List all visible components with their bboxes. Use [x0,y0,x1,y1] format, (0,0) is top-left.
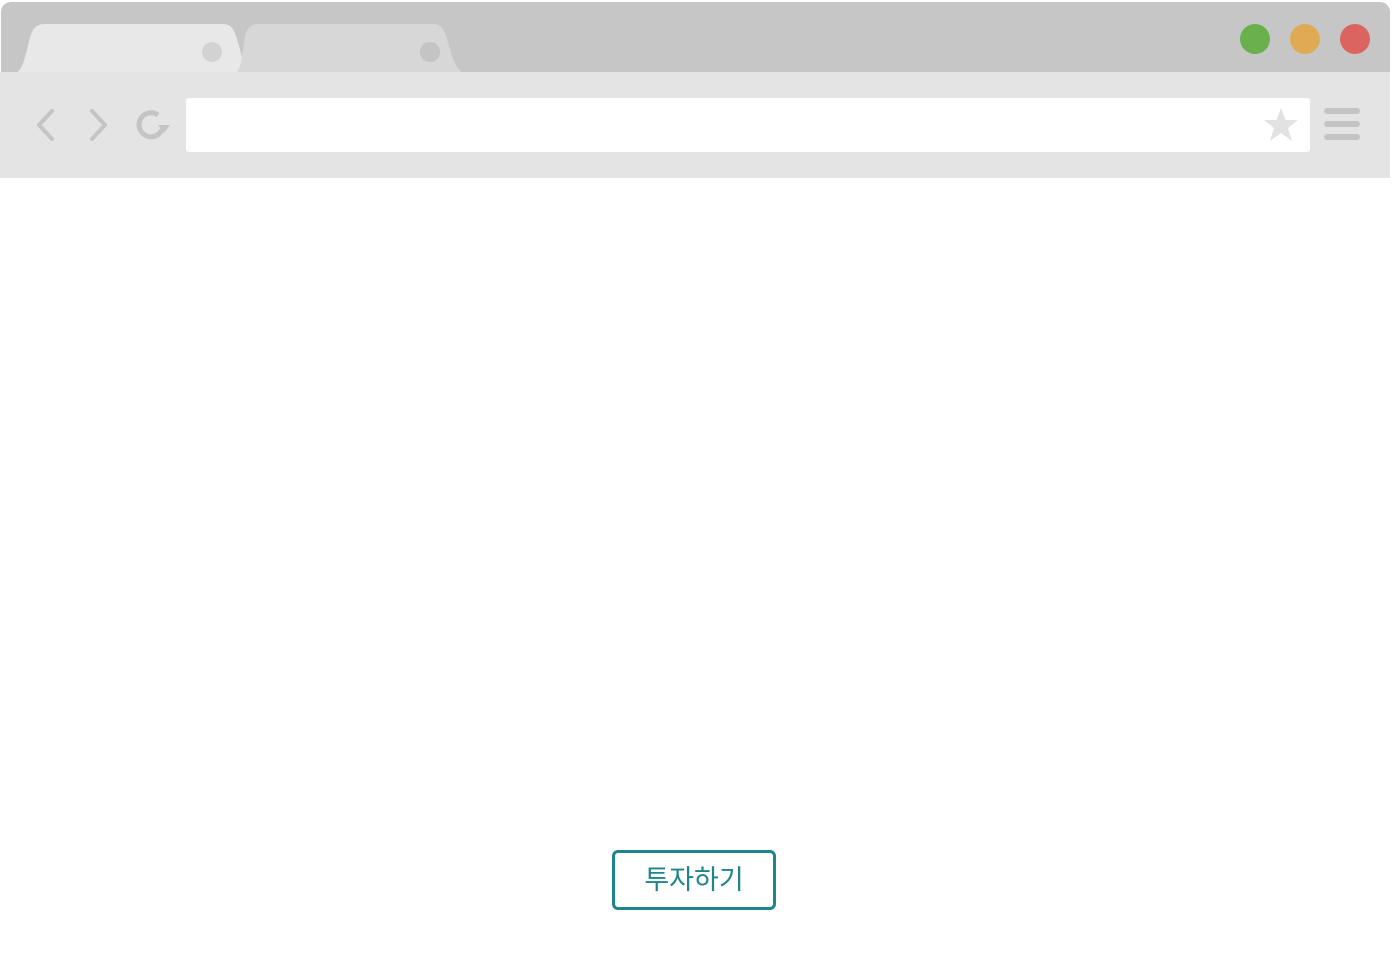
chevron-right-icon [90,109,107,141]
hamburger-menu-icon[interactable] [1322,106,1362,142]
reload-icon [136,110,170,140]
menu-line [1324,108,1360,114]
tab-close-icon[interactable] [202,42,222,62]
reload-button[interactable] [132,105,172,145]
menu-line [1324,121,1360,127]
page-content: 투자하기 [0,178,1392,980]
star-icon [1264,108,1298,141]
tab-inactive[interactable] [233,24,473,74]
tab-active[interactable] [11,24,251,74]
green-window-button[interactable] [1240,24,1270,54]
chevron-left-icon [37,109,54,141]
bookmark-button[interactable] [1262,106,1300,144]
tab-close-icon[interactable] [420,42,440,62]
browser-window: 투자하기 [0,0,1392,980]
browser-toolbar [0,72,1390,178]
title-bar [1,2,1390,74]
invest-button[interactable]: 투자하기 [612,850,776,910]
yellow-window-button[interactable] [1290,24,1320,54]
menu-line [1324,134,1360,140]
back-button[interactable] [26,105,66,145]
red-window-button[interactable] [1340,24,1370,54]
address-bar[interactable] [186,98,1310,152]
forward-button[interactable] [78,105,118,145]
